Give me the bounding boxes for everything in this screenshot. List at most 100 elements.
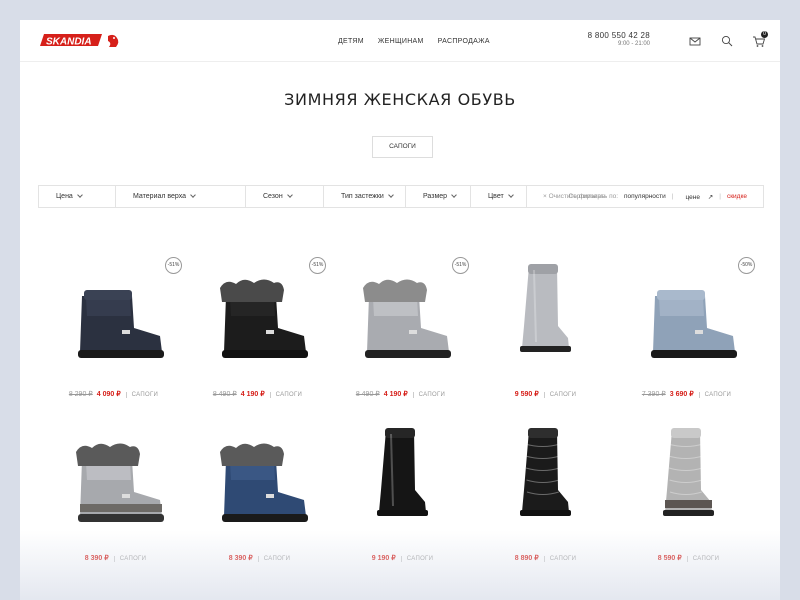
chevron-down-icon	[77, 192, 83, 198]
current-price: 9 590 ₽	[514, 391, 539, 398]
old-price: 8 490 ₽	[212, 391, 237, 398]
nav-item-sale[interactable]: РАСПРОДАЖА	[438, 38, 490, 45]
chevron-down-icon	[286, 192, 293, 198]
product-card[interactable]: 8 390 ₽ САПОГИ	[42, 418, 185, 568]
sort-price[interactable]: цене ↗	[679, 193, 713, 201]
price-row: 8 590 ₽ САПОГИ	[615, 554, 758, 562]
nav-item-women[interactable]: ЖЕНЩИНАМ	[378, 38, 424, 45]
product-category: САПОГИ	[400, 556, 434, 562]
filter-price[interactable]: Цена	[39, 186, 116, 207]
product-card[interactable]: -51% 8 290 ₽4 090 ₽ САПОГИ	[42, 248, 185, 398]
page: SKANDIA ДЕТЯМ ЖЕНЩИНАМ РАСПРОДАЖА 8 800 …	[20, 20, 780, 600]
filter-bar: Цена Материал верха Сезон Тип застежки Р…	[38, 185, 764, 208]
product-card[interactable]: 8 390 ₽ САПОГИ	[186, 418, 329, 568]
product-category: САПОГИ	[113, 556, 147, 562]
working-hours: 9:00 - 21:00	[617, 41, 650, 47]
product-card[interactable]: -51% 8 490 ₽4 190 ₽ САПОГИ	[329, 248, 472, 398]
filter-label: Материал верха	[133, 193, 187, 200]
current-price: 8 390 ₽	[84, 555, 109, 562]
divider: |	[671, 193, 674, 200]
old-price: 7 390 ₽	[641, 391, 666, 398]
product-category: САПОГИ	[269, 392, 303, 398]
filter-label: Цвет	[488, 193, 504, 200]
price-row: 8 390 ₽ САПОГИ	[186, 554, 329, 562]
product-card[interactable]: 9 190 ₽ САПОГИ	[329, 418, 472, 568]
product-card[interactable]: 8 590 ₽ САПОГИ	[615, 418, 758, 568]
filter-label: Сезон	[263, 193, 283, 200]
sort-popularity[interactable]: популярности	[624, 193, 666, 200]
filter-label: Размер	[423, 193, 448, 200]
product-image[interactable]	[42, 420, 185, 530]
current-price: 9 190 ₽	[371, 555, 396, 562]
product-category: САПОГИ	[543, 556, 577, 562]
product-card[interactable]: 8 890 ₽ САПОГИ	[472, 418, 615, 568]
current-price: 8 590 ₽	[657, 555, 682, 562]
filter-material[interactable]: Материал верха	[116, 186, 246, 207]
product-category: САПОГИ	[257, 556, 291, 562]
sort-discount[interactable]: скидке	[727, 193, 747, 200]
product-image[interactable]	[329, 256, 472, 366]
product-image[interactable]	[615, 420, 758, 530]
product-image[interactable]	[329, 420, 472, 530]
phone-block: 8 800 550 42 28 9:00 - 21:00	[580, 31, 650, 47]
product-image[interactable]	[615, 256, 758, 366]
current-price: 3 690 ₽	[669, 391, 694, 398]
product-category: САПОГИ	[543, 392, 577, 398]
chevron-down-icon	[387, 192, 394, 198]
filter-size[interactable]: Размер	[406, 186, 471, 207]
site-header: SKANDIA ДЕТЯМ ЖЕНЩИНАМ РАСПРОДАЖА 8 800 …	[20, 20, 780, 62]
old-price: 8 490 ₽	[355, 391, 380, 398]
price-row: 8 890 ₽ САПОГИ	[472, 554, 615, 562]
current-price: 4 190 ₽	[240, 391, 265, 398]
product-image[interactable]	[186, 420, 329, 530]
filter-label: Цена	[56, 193, 73, 200]
product-image[interactable]	[186, 256, 329, 366]
filter-fastener[interactable]: Тип застежки	[324, 186, 406, 207]
current-price: 4 090 ₽	[96, 391, 121, 398]
current-price: 4 190 ₽	[383, 391, 408, 398]
logo[interactable]: SKANDIA	[38, 30, 128, 52]
discount-badge: -50%	[738, 257, 755, 274]
category-button-boots[interactable]: САПОГИ	[372, 136, 433, 158]
discount-badge: -51%	[452, 257, 469, 274]
arrow-up-right-icon: ↗	[707, 193, 714, 201]
sort-label: Сортировать по:	[568, 193, 619, 200]
price-row: 8 390 ₽ САПОГИ	[42, 554, 185, 562]
filter-label: Тип застежки	[341, 193, 384, 200]
price-row: 9 590 ₽ САПОГИ	[472, 390, 615, 398]
old-price: 8 290 ₽	[68, 391, 93, 398]
nav-item-kids[interactable]: ДЕТЯМ	[338, 38, 364, 45]
divider: |	[719, 193, 721, 200]
filter-color[interactable]: Цвет	[471, 186, 527, 207]
price-row: 7 390 ₽3 690 ₽ САПОГИ	[615, 390, 758, 398]
product-card[interactable]: -51% 8 490 ₽4 190 ₽ САПОГИ	[186, 248, 329, 398]
price-row: 8 490 ₽4 190 ₽ САПОГИ	[186, 390, 329, 398]
product-category: САПОГИ	[686, 556, 720, 562]
product-image[interactable]	[472, 256, 615, 366]
current-price: 8 890 ₽	[514, 555, 539, 562]
price-row: 8 490 ₽4 190 ₽ САПОГИ	[329, 390, 472, 398]
discount-badge: -51%	[309, 257, 326, 274]
product-card[interactable]: -50% 7 390 ₽3 690 ₽ САПОГИ	[615, 248, 758, 398]
product-category: САПОГИ	[698, 392, 732, 398]
sort-price-label: цене	[685, 193, 700, 201]
product-image[interactable]	[42, 256, 185, 366]
product-card[interactable]: 9 590 ₽ САПОГИ	[472, 248, 615, 398]
cart-count-badge: 0	[761, 31, 768, 38]
product-category: САПОГИ	[125, 392, 159, 398]
cart-icon[interactable]: 0	[752, 31, 768, 48]
price-row: 9 190 ₽ САПОГИ	[329, 554, 472, 562]
chevron-down-icon	[507, 192, 514, 198]
search-icon[interactable]	[720, 34, 734, 48]
main-nav: ДЕТЯМ ЖЕНЩИНАМ РАСПРОДАЖА	[338, 38, 490, 45]
mail-icon[interactable]	[688, 34, 702, 48]
price-row: 8 290 ₽4 090 ₽ САПОГИ	[42, 390, 185, 398]
phone-number[interactable]: 8 800 550 42 28	[580, 31, 650, 40]
discount-badge: -51%	[165, 257, 182, 274]
filter-season[interactable]: Сезон	[246, 186, 324, 207]
chevron-down-icon	[451, 192, 457, 198]
page-title: ЗИМНЯЯ ЖЕНСКАЯ ОБУВЬ	[284, 90, 516, 109]
product-image[interactable]	[472, 420, 615, 530]
chevron-down-icon	[190, 192, 196, 198]
sort-controls: Сортировать по: популярности | цене ↗ | …	[562, 186, 747, 207]
